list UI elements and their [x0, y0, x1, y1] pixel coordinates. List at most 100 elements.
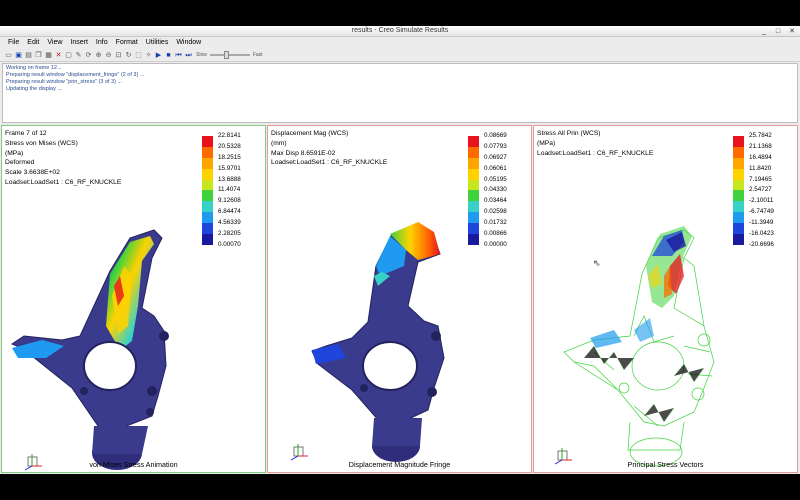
copy-icon[interactable]: ❐ — [34, 51, 43, 60]
open-icon[interactable]: ▭ — [4, 51, 13, 60]
color-legend: 22.8141 20.5328 18.2515 15.9701 13.6888 … — [202, 132, 262, 249]
panel-caption: Principal Stress Vectors — [627, 460, 704, 469]
animate-icon[interactable]: ✧ — [144, 51, 153, 60]
refresh-icon[interactable]: ⟳ — [84, 51, 93, 60]
legend-value: 13.6888 — [218, 175, 241, 183]
menu-window[interactable]: Window — [172, 37, 205, 49]
result-window-principal-stress[interactable]: Stress All Prin (WCS) (MPa) Loadset:Load… — [533, 125, 798, 473]
legend-value: 11.4074 — [218, 186, 241, 194]
legend-value: 2.28205 — [218, 230, 241, 238]
speed-fast-label: Fast — [252, 52, 263, 58]
message-line: Preparing result window "prin_stress" (3… — [6, 79, 123, 85]
menu-format[interactable]: Format — [112, 37, 142, 49]
menu-edit[interactable]: Edit — [23, 37, 43, 49]
edit-icon[interactable]: ✎ — [74, 51, 83, 60]
legend-swatch — [733, 179, 744, 191]
legend-swatch — [468, 234, 479, 245]
legend-value: 21.1368 — [749, 142, 772, 150]
panel-caption: von Mises Stress Animation — [89, 460, 178, 469]
legend-value: 0.01732 — [484, 219, 507, 227]
legend-swatch — [733, 223, 744, 235]
legend-swatch — [733, 146, 744, 158]
select-icon[interactable]: ⬚ — [134, 51, 143, 60]
legend-swatch — [468, 212, 479, 224]
app-window: results - Creo Simulate Results _ □ ✕ Fi… — [0, 26, 800, 474]
scale-label: Scale 3.6638E+02 — [5, 169, 60, 177]
menu-utilities[interactable]: Utilities — [142, 37, 173, 49]
result-info: Displacement Mag (WCS) (mm) Max Disp 8.6… — [271, 129, 387, 168]
legend-swatch — [202, 212, 213, 224]
loadset-label: Loadset:LoadSet1 : C6_RF_KNUCKLE — [537, 149, 654, 157]
legend-swatch — [202, 223, 213, 235]
loadset-label: Loadset:LoadSet1 : C6_RF_KNUCKLE — [5, 178, 122, 186]
legend-swatch — [733, 136, 744, 147]
legend-value: 0.07793 — [484, 142, 507, 150]
mouse-cursor-icon: ⇖ — [593, 258, 601, 268]
legend-value: 16.4894 — [749, 153, 772, 161]
legend-value: -6.74749 — [749, 208, 774, 216]
speed-slow-label: Slow — [196, 52, 207, 58]
legend-value: 11.8420 — [749, 164, 772, 172]
zoom-in-icon[interactable]: ⊕ — [94, 51, 103, 60]
legend-swatch — [202, 190, 213, 202]
menu-file[interactable]: File — [4, 37, 23, 49]
legend-value: 20.5328 — [218, 142, 241, 150]
legend-value: 0.00866 — [484, 230, 507, 238]
toolbar: ▭ ▣ ▤ ❐ ▦ ✕ ▢ ✎ ⟳ ⊕ ⊖ ⊡ ↻ ⬚ ✧ ▶ ■ ⏮ ⏭ Sl… — [0, 49, 800, 62]
axis-triad-icon — [290, 444, 308, 461]
rotate-icon[interactable]: ↻ — [124, 51, 133, 60]
legend-value: 4.56339 — [218, 219, 241, 227]
legend-swatch — [202, 146, 213, 158]
legend-value: 25.7842 — [749, 132, 772, 139]
result-window-displacement[interactable]: Displacement Mag (WCS) (mm) Max Disp 8.6… — [267, 125, 532, 473]
legend-value: 18.2515 — [218, 153, 241, 161]
legend-swatch — [733, 201, 744, 213]
minimize-button[interactable]: _ — [760, 26, 768, 37]
result-quantity: Stress All Prin (WCS) — [537, 130, 601, 137]
save-icon[interactable]: ▣ — [14, 51, 23, 60]
step-back-icon[interactable]: ⏮ — [174, 51, 183, 60]
new-icon[interactable]: ▢ — [64, 51, 73, 60]
menu-insert[interactable]: Insert — [66, 37, 92, 49]
legend-swatch — [202, 136, 213, 147]
paste-icon[interactable]: ▦ — [44, 51, 53, 60]
legend-swatch — [468, 168, 479, 180]
print-icon[interactable]: ▤ — [24, 51, 33, 60]
step-forward-icon[interactable]: ⏭ — [184, 51, 193, 60]
message-line: Preparing result window "displacement_fr… — [6, 72, 145, 78]
legend-value: -2.10011 — [749, 197, 774, 205]
zoom-out-icon[interactable]: ⊖ — [104, 51, 113, 60]
legend-swatch — [468, 190, 479, 202]
menu-view[interactable]: View — [43, 37, 66, 49]
legend-value: 0.08669 — [484, 132, 507, 139]
panel-caption: Displacement Magnitude Fringe — [348, 460, 451, 469]
menu-info[interactable]: Info — [92, 37, 112, 49]
speed-slider-knob[interactable] — [223, 51, 229, 59]
legend-value: 0.00070 — [218, 241, 241, 249]
legend-swatch — [733, 212, 744, 224]
maximize-button[interactable]: □ — [774, 26, 782, 37]
legend-swatch — [468, 157, 479, 169]
legend-value: 0.03464 — [484, 197, 507, 205]
message-line: Working on frame 12... — [6, 65, 62, 71]
legend-value: 0.06061 — [484, 164, 507, 172]
legend-swatch — [733, 168, 744, 180]
legend-value: -20.6696 — [749, 241, 774, 249]
legend-swatch — [202, 179, 213, 191]
animation-speed-slider[interactable]: Slow Fast — [196, 51, 263, 59]
result-info: Frame 7 of 12 Stress von Mises (WCS) (MP… — [5, 129, 121, 188]
delete-icon[interactable]: ✕ — [54, 51, 63, 60]
result-window-von-mises[interactable]: Frame 7 of 12 Stress von Mises (WCS) (MP… — [1, 125, 266, 473]
legend-swatch — [468, 179, 479, 191]
zoom-fit-icon[interactable]: ⊡ — [114, 51, 123, 60]
legend-value: -11.3949 — [749, 219, 774, 227]
play-icon[interactable]: ▶ — [154, 51, 163, 60]
legend-value: 0.00000 — [484, 241, 507, 249]
close-button[interactable]: ✕ — [788, 26, 796, 37]
deformed-label: Deformed — [5, 159, 35, 167]
legend-value: 22.8141 — [218, 132, 241, 139]
max-displacement-label: Max Disp 8.6591E-02 — [271, 149, 336, 157]
legend-swatch — [202, 201, 213, 213]
stop-icon[interactable]: ■ — [164, 51, 173, 60]
result-units: (mm) — [271, 139, 287, 147]
